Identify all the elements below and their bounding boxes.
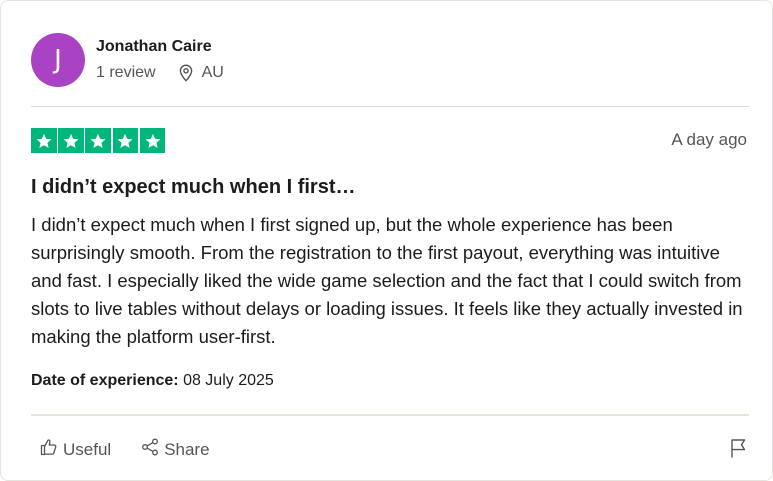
date-of-experience: Date of experience: 08 July 2025 (31, 372, 274, 390)
location-pin-icon (178, 63, 194, 82)
reviewer-header: J Jonathan Caire 1 review AU (31, 32, 224, 88)
reviewer-location: AU (201, 63, 224, 81)
share-icon (140, 437, 164, 462)
review-count: 1 review (96, 63, 156, 81)
review-card: J Jonathan Caire 1 review AU A day ago I… (0, 0, 773, 481)
share-label: Share (164, 439, 210, 459)
flag-icon[interactable] (729, 437, 749, 464)
star-icon (31, 128, 57, 153)
review-body: I didn’t expect much when I first signed… (31, 214, 743, 347)
useful-button[interactable]: Useful (39, 437, 111, 462)
thumbs-up-icon (39, 437, 63, 462)
divider (31, 106, 749, 107)
share-button[interactable]: Share (140, 437, 210, 462)
review-date: A day ago (671, 130, 747, 149)
star-rating (31, 128, 167, 153)
avatar[interactable]: J (31, 33, 85, 87)
experience-label: Date of experience: (31, 372, 179, 389)
review-title[interactable]: I didn’t expect much when I first… (31, 176, 355, 199)
reviewer-info: Jonathan Caire 1 review AU (96, 37, 224, 82)
useful-label: Useful (63, 439, 112, 459)
star-icon (85, 128, 111, 153)
star-icon (112, 128, 139, 153)
review-actions: Useful Share (39, 437, 210, 462)
star-icon (139, 128, 166, 153)
reviewer-name[interactable]: Jonathan Caire (96, 37, 224, 57)
reviewer-meta: 1 review AU (96, 64, 224, 82)
star-icon (58, 128, 84, 153)
experience-date: 08 July 2025 (183, 372, 274, 389)
divider (31, 414, 749, 416)
